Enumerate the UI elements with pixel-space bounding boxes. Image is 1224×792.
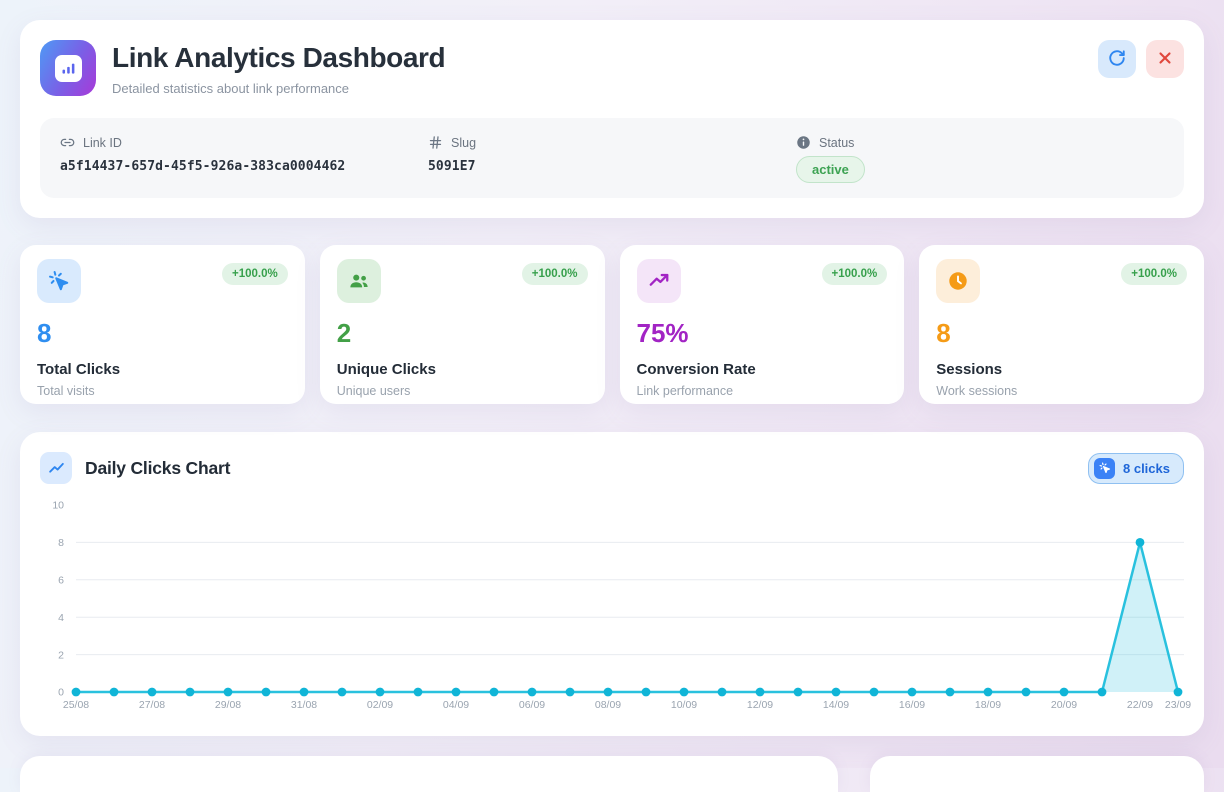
- svg-text:20/09: 20/09: [1051, 699, 1077, 711]
- tap-icon: [1094, 458, 1115, 479]
- svg-text:6: 6: [58, 575, 64, 587]
- link-analytics-page: Link Analytics Dashboard Detailed statis…: [0, 0, 1224, 768]
- svg-text:08/09: 08/09: [595, 699, 621, 711]
- link-id-field: Link ID a5f14437-657d-45f5-926a-383ca000…: [60, 135, 428, 183]
- hash-icon: [428, 135, 443, 150]
- status-label: Status: [819, 136, 854, 150]
- app-logo-icon: [40, 40, 96, 96]
- total-clicks-badge: 8 clicks: [1088, 453, 1184, 484]
- stat-change-badge: +100.0%: [1121, 263, 1187, 285]
- stat-sublabel: Link performance: [637, 384, 888, 398]
- svg-text:23/09: 23/09: [1165, 699, 1191, 711]
- slug-value: 5091E7: [428, 159, 796, 174]
- stat-label: Unique Clicks: [337, 361, 588, 378]
- svg-text:10/09: 10/09: [671, 699, 697, 711]
- page-subtitle: Detailed statistics about link performan…: [112, 81, 445, 96]
- tap-icon: [37, 259, 81, 303]
- stat-value: 2: [337, 320, 588, 346]
- stat-card-total-clicks: +100.0% 8 Total Clicks Total visits: [20, 245, 305, 404]
- svg-text:8: 8: [58, 537, 64, 549]
- chart-title: Daily Clicks Chart: [85, 458, 230, 479]
- svg-text:31/08: 31/08: [291, 699, 317, 711]
- svg-text:04/09: 04/09: [443, 699, 469, 711]
- svg-text:22/09: 22/09: [1127, 699, 1153, 711]
- stat-sublabel: Unique users: [337, 384, 588, 398]
- svg-text:4: 4: [58, 612, 64, 624]
- link-id-value: a5f14437-657d-45f5-926a-383ca0004462: [60, 159, 428, 174]
- clock-icon: [936, 259, 980, 303]
- header-card: Link Analytics Dashboard Detailed statis…: [20, 20, 1204, 218]
- stat-card-conversion-rate: +100.0% 75% Conversion Rate Link perform…: [620, 245, 905, 404]
- stat-value: 8: [37, 320, 288, 346]
- line-chart-icon: [40, 452, 72, 484]
- svg-text:14/09: 14/09: [823, 699, 849, 711]
- refresh-button[interactable]: [1098, 40, 1136, 78]
- svg-text:06/09: 06/09: [519, 699, 545, 711]
- chart-header: Daily Clicks Chart 8 clicks: [40, 452, 1184, 484]
- bottom-card-right: [870, 756, 1204, 792]
- svg-text:25/08: 25/08: [63, 699, 89, 711]
- stat-change-badge: +100.0%: [822, 263, 888, 285]
- stat-label: Total Clicks: [37, 361, 288, 378]
- stat-change-badge: +100.0%: [522, 263, 588, 285]
- link-icon: [60, 135, 75, 150]
- stat-label: Sessions: [936, 361, 1187, 378]
- header-row: Link Analytics Dashboard Detailed statis…: [40, 40, 1184, 96]
- info-icon: [796, 135, 811, 150]
- svg-text:10: 10: [52, 500, 64, 512]
- slug-label: Slug: [451, 136, 476, 150]
- stat-sublabel: Work sessions: [936, 384, 1187, 398]
- link-id-label: Link ID: [83, 136, 122, 150]
- close-icon: [1156, 49, 1174, 70]
- svg-text:0: 0: [58, 687, 64, 699]
- slug-field: Slug 5091E7: [428, 135, 796, 183]
- users-icon: [337, 259, 381, 303]
- svg-text:02/09: 02/09: [367, 699, 393, 711]
- svg-text:18/09: 18/09: [975, 699, 1001, 711]
- status-field: Status active: [796, 135, 1164, 183]
- svg-text:29/08: 29/08: [215, 699, 241, 711]
- stat-value: 75%: [637, 320, 888, 346]
- stat-card-unique-clicks: +100.0% 2 Unique Clicks Unique users: [320, 245, 605, 404]
- line-chart-canvas: 0 2 4 6 8 10 25/08 27/08 29/08 31/08 02/09 04/09 06/…: [40, 493, 1184, 719]
- bottom-row: [20, 756, 1204, 792]
- svg-text:16/09: 16/09: [899, 699, 925, 711]
- stats-row: +100.0% 8 Total Clicks Total visits +100…: [20, 245, 1204, 404]
- close-button[interactable]: [1146, 40, 1184, 78]
- stat-label: Conversion Rate: [637, 361, 888, 378]
- stat-value: 8: [936, 320, 1187, 346]
- svg-text:27/08: 27/08: [139, 699, 165, 711]
- stat-change-badge: +100.0%: [222, 263, 288, 285]
- stat-card-sessions: +100.0% 8 Sessions Work sessions: [919, 245, 1204, 404]
- link-info-bar: Link ID a5f14437-657d-45f5-926a-383ca000…: [40, 118, 1184, 198]
- refresh-icon: [1108, 49, 1126, 70]
- trending-up-icon: [637, 259, 681, 303]
- header-actions: [1098, 40, 1184, 78]
- page-title: Link Analytics Dashboard: [112, 42, 445, 74]
- daily-clicks-chart: 0 2 4 6 8 10 25/08 27/08 29/08 31/08 02/09 04/09 06/…: [40, 493, 1184, 719]
- clicks-badge-label: 8 clicks: [1123, 461, 1170, 476]
- svg-text:2: 2: [58, 649, 64, 661]
- status-badge: active: [796, 156, 865, 183]
- svg-text:12/09: 12/09: [747, 699, 773, 711]
- bottom-card-left: [20, 756, 838, 792]
- daily-clicks-card: Daily Clicks Chart 8 clicks 0 2 4 6 8 10 25/08…: [20, 432, 1204, 736]
- stat-sublabel: Total visits: [37, 384, 288, 398]
- header-titles: Link Analytics Dashboard Detailed statis…: [112, 40, 445, 96]
- bar-chart-icon: [55, 55, 82, 82]
